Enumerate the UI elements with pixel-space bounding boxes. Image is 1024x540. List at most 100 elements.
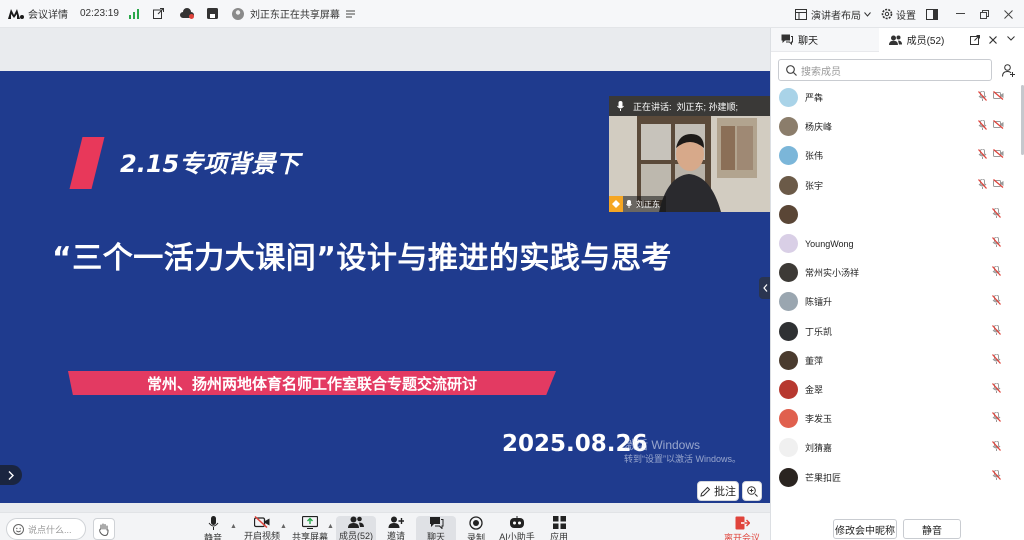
close-icon[interactable] <box>989 35 998 44</box>
speaker-video[interactable]: 正在讲话: 刘正东; 孙建顺; 刘正东 <box>609 96 771 212</box>
leave-meeting-button[interactable]: 离开会议 <box>722 516 762 540</box>
member-row[interactable]: 常州实小汤祥 <box>771 258 1024 287</box>
mute-all-button[interactable]: 静音 <box>903 519 961 539</box>
member-row[interactable]: 李发玉 <box>771 404 1024 433</box>
apps-grid-icon <box>552 516 566 529</box>
member-row[interactable]: 张伟 <box>771 141 1024 170</box>
slide-title: “三个一活力大课间”设计与推进的实践与思考 <box>52 241 672 276</box>
mic-muted-icon[interactable] <box>992 470 1001 481</box>
mic-muted-icon[interactable] <box>992 207 1001 218</box>
member-name: 董萍 <box>805 355 824 366</box>
emoji-icon[interactable] <box>13 523 24 535</box>
signal-icon[interactable] <box>128 8 139 19</box>
speaking-names: 刘正东; 孙建顺; <box>676 101 739 112</box>
cloud-record-icon[interactable] <box>179 8 194 19</box>
mic-muted-icon[interactable] <box>992 412 1001 423</box>
video-options-chevron[interactable]: ▲ <box>280 523 287 530</box>
member-row[interactable]: 严犇 <box>771 83 1024 112</box>
panel-tabs: 聊天 成员(52) <box>771 27 1024 52</box>
record-button[interactable]: 录制 <box>456 516 496 540</box>
member-name: 张宇 <box>805 180 824 191</box>
members-icon <box>348 516 364 528</box>
invite-button[interactable]: 邀请 <box>376 516 416 540</box>
mic-muted-icon[interactable] <box>992 441 1001 452</box>
mic-muted-icon[interactable] <box>992 324 1001 335</box>
member-row[interactable]: 杨庆峰 <box>771 112 1024 141</box>
member-row[interactable]: 丁乐凯 <box>771 317 1024 346</box>
speaking-indicator: 正在讲话: 刘正东; 孙建顺; <box>609 96 771 116</box>
chat-input[interactable]: 说点什么... <box>6 518 86 540</box>
speaker-name: 刘正东 <box>636 199 660 209</box>
mic-muted-icon[interactable] <box>978 178 987 189</box>
apps-button[interactable]: 应用 <box>539 516 579 540</box>
camera-off-icon[interactable] <box>993 120 1004 130</box>
share-screen-button[interactable]: 共享屏幕 <box>290 516 330 540</box>
save-icon[interactable] <box>206 8 218 19</box>
member-row[interactable]: YoungWong <box>771 229 1024 258</box>
slide-ribbon-text: 常州、扬州两地体育名师工作室联合专题交流研讨 <box>146 374 477 393</box>
member-row[interactable]: 陈镭升 <box>771 287 1024 316</box>
mute-button[interactable]: 静音 <box>193 516 233 540</box>
annotate-button[interactable]: 批注 <box>697 481 739 501</box>
close-icon[interactable] <box>996 0 1020 28</box>
tab-members[interactable]: 成员(52) <box>878 27 1024 52</box>
raise-hand-button[interactable] <box>93 518 115 540</box>
tab-chat[interactable]: 聊天 <box>771 28 879 52</box>
mic-muted-icon[interactable] <box>992 266 1001 277</box>
avatar <box>779 321 798 341</box>
share-menu-icon[interactable] <box>345 10 355 18</box>
member-row[interactable]: 董萍 <box>771 346 1024 375</box>
mic-muted-icon[interactable] <box>978 91 987 101</box>
chevron-down-icon[interactable] <box>864 11 871 17</box>
mic-muted-icon[interactable] <box>992 236 1001 247</box>
camera-off-icon[interactable] <box>993 149 1004 159</box>
member-name: 陈镭升 <box>805 297 833 308</box>
chat-button[interactable]: 聊天 <box>416 516 456 540</box>
add-person-icon <box>388 516 404 528</box>
tab-chat-label: 聊天 <box>798 36 818 47</box>
mic-icon <box>208 516 218 530</box>
member-row[interactable]: 金翠 <box>771 375 1024 404</box>
hand-icon <box>99 523 109 536</box>
settings-button[interactable]: 设置 <box>896 0 916 28</box>
chevron-left-icon <box>762 284 767 292</box>
camera-off-icon[interactable] <box>993 178 1004 188</box>
member-row[interactable] <box>771 200 1024 229</box>
ai-assistant-button[interactable]: AI小助手 <box>497 516 537 540</box>
external-link-icon[interactable] <box>152 8 164 19</box>
zoom-in-icon <box>746 485 758 497</box>
popout-icon[interactable] <box>970 34 981 45</box>
invite-member-button[interactable] <box>997 59 1019 81</box>
chevron-down-icon[interactable] <box>1007 36 1015 41</box>
camera-off-icon[interactable] <box>993 91 1004 100</box>
member-name: 张伟 <box>805 151 824 162</box>
expand-left-button[interactable] <box>0 465 22 485</box>
meeting-toolbar: 说点什么... 静音 ▲ 开启视频 ▲ 共享屏幕 ▲ 成员(52) 邀请 聊天 … <box>0 512 770 540</box>
video-button[interactable]: 开启视频 <box>242 516 282 540</box>
member-search-input[interactable]: 搜索成员 <box>778 59 992 81</box>
zoom-button[interactable] <box>742 481 762 501</box>
mic-muted-icon[interactable] <box>978 149 987 160</box>
avatar <box>779 146 798 166</box>
layout-selector[interactable]: 演讲者布局 <box>811 0 861 28</box>
share-options-chevron[interactable]: ▲ <box>327 523 334 530</box>
layout-icon[interactable] <box>795 8 807 20</box>
mute-options-chevron[interactable]: ▲ <box>230 523 237 530</box>
member-name: 刘猜嘉 <box>805 443 833 454</box>
meeting-details-link[interactable]: 会议详情 <box>28 0 68 28</box>
member-row[interactable]: 芒果扣匠 <box>771 462 1024 491</box>
sidebar-toggle-icon[interactable] <box>926 8 938 20</box>
mic-muted-icon[interactable] <box>978 120 987 131</box>
mic-muted-icon[interactable] <box>992 382 1001 393</box>
restore-icon[interactable] <box>972 0 996 28</box>
mic-muted-icon[interactable] <box>992 353 1001 364</box>
member-row[interactable]: 刘猜嘉 <box>771 433 1024 462</box>
rename-in-meeting-button[interactable]: 修改会中昵称 <box>833 519 897 539</box>
member-row[interactable]: 张宇 <box>771 171 1024 200</box>
gear-icon[interactable] <box>881 8 893 20</box>
mic-muted-icon[interactable] <box>992 295 1001 306</box>
avatar <box>779 467 798 487</box>
minimize-icon[interactable] <box>948 0 972 28</box>
members-button[interactable]: 成员(52) <box>336 516 376 540</box>
avatar <box>779 204 798 224</box>
